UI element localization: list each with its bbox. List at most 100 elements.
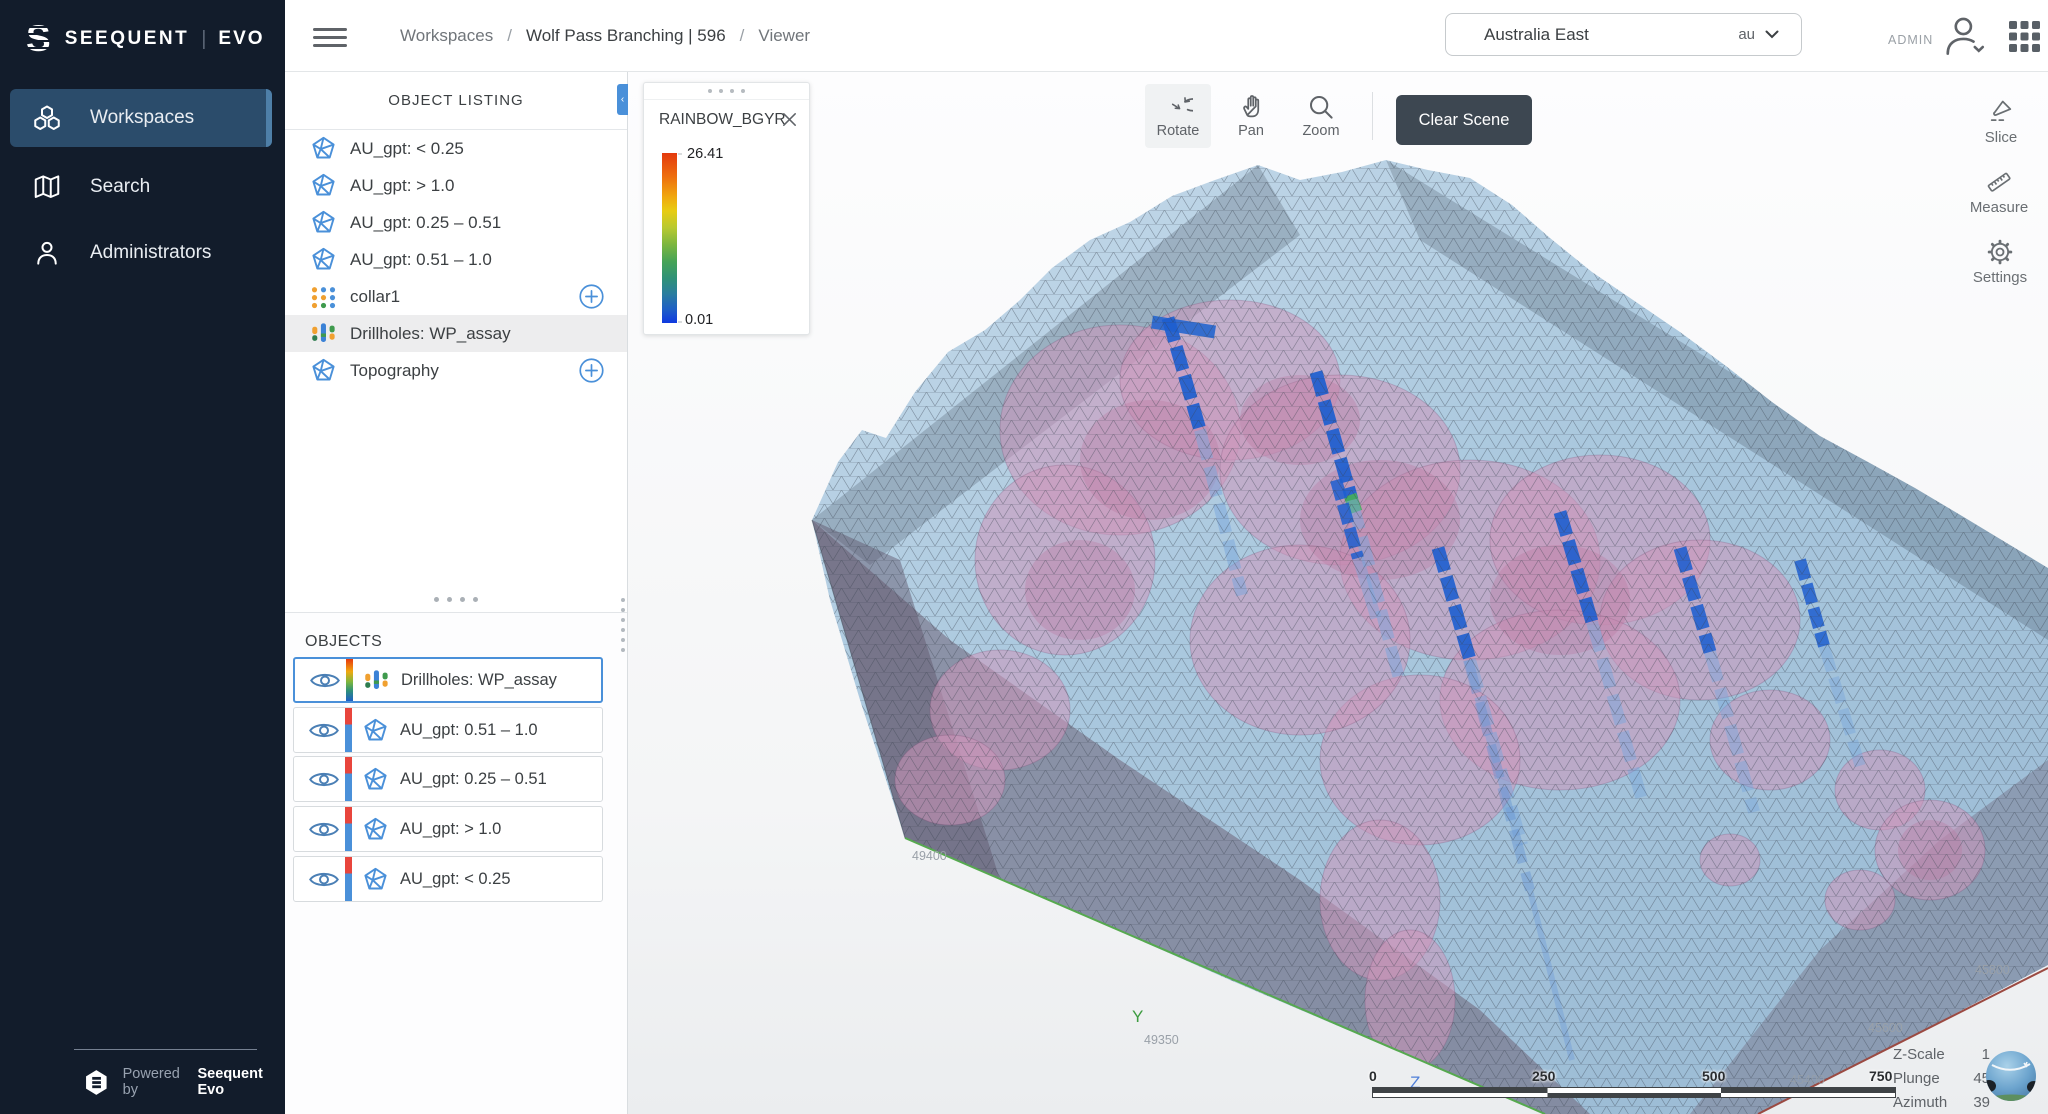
app-grid-icon[interactable] xyxy=(2008,20,2041,53)
user-role-label: ADMIN xyxy=(1888,33,1933,47)
person-icon xyxy=(32,238,62,268)
object-colormap-strip xyxy=(345,757,352,801)
colormap-gradient-bar xyxy=(662,153,677,323)
left-panel-column: OBJECT LISTING ‹ AU_gpt: < 0.25 AU_gpt: … xyxy=(285,72,628,1114)
svg-text:45800: 45800 xyxy=(1975,963,2010,977)
surface-mesh-icon xyxy=(310,246,337,273)
scene-object-card[interactable]: AU_gpt: < 0.25 xyxy=(293,856,603,902)
object-listing-header: OBJECT LISTING ‹ xyxy=(285,72,627,130)
measure-tool[interactable]: Measure xyxy=(1954,168,2044,216)
panel-resize-handle[interactable] xyxy=(621,592,625,658)
colormap-legend-panel[interactable]: RAINBOW_BGYR 26.41 0.01 xyxy=(643,82,810,335)
region-value: Australia East xyxy=(1484,25,1589,45)
object-listing-row[interactable]: AU_gpt: < 0.25 xyxy=(285,130,627,167)
seequent-evo-hex-icon xyxy=(84,1068,109,1097)
visibility-eye-icon[interactable] xyxy=(309,869,339,890)
plunge-label: Plunge xyxy=(1893,1070,1940,1087)
sidebar-item-administrators[interactable]: Administrators xyxy=(10,227,272,279)
breadcrumb-viewer: Viewer xyxy=(758,26,810,46)
topography-mesh-block xyxy=(812,160,2048,1114)
object-listing-row[interactable]: AU_gpt: 0.25 – 0.51 xyxy=(285,204,627,241)
svg-text:49400: 49400 xyxy=(912,849,947,863)
3d-viewport[interactable]: 49400 49350 45800 45600 45400 Y Z RAINBO… xyxy=(628,72,2048,1114)
breadcrumb-workspace-name[interactable]: Wolf Pass Branching | 596 xyxy=(526,26,726,46)
legend-max-value: 26.41 xyxy=(687,146,723,162)
map-icon xyxy=(32,172,62,202)
sidebar-item-label: Search xyxy=(90,176,150,198)
object-listing-row-highlighted[interactable]: Drillholes: WP_assay xyxy=(285,315,627,352)
object-listing-row[interactable]: AU_gpt: > 1.0 xyxy=(285,167,627,204)
breadcrumb-workspaces[interactable]: Workspaces xyxy=(400,26,493,46)
close-icon[interactable] xyxy=(780,110,799,129)
main-sidebar: S SEEQUENT | EVO Workspaces Search xyxy=(0,0,285,1114)
slice-tool[interactable]: Slice xyxy=(1956,98,2046,146)
rotate-tool-button[interactable]: Rotate xyxy=(1145,84,1211,148)
slice-knife-icon xyxy=(1987,98,2015,126)
zscale-label: Z-Scale xyxy=(1893,1046,1945,1063)
toolbar-divider xyxy=(1372,92,1373,140)
object-colormap-strip xyxy=(346,659,353,701)
surface-mesh-icon xyxy=(362,866,389,893)
scene-object-card[interactable]: AU_gpt: 0.51 – 1.0 xyxy=(293,707,603,753)
region-code: au xyxy=(1738,26,1755,43)
powered-by-brand: Seequent Evo xyxy=(198,1066,286,1098)
region-selector[interactable]: Australia East au xyxy=(1445,13,1802,56)
scale-tick: 0 xyxy=(1369,1068,1377,1084)
magnifier-icon xyxy=(1306,92,1336,122)
account-icon xyxy=(1942,15,1988,58)
panel-splitter-handle[interactable] xyxy=(285,586,627,612)
pan-tool-button[interactable]: Pan xyxy=(1218,84,1284,148)
objects-panel-title: OBJECTS xyxy=(305,633,382,651)
sidebar-item-search[interactable]: Search xyxy=(10,161,272,213)
surface-mesh-icon xyxy=(362,816,389,843)
menu-toggle-icon[interactable] xyxy=(313,23,347,49)
scale-tick: 250 xyxy=(1532,1068,1555,1084)
surface-mesh-icon xyxy=(310,135,337,162)
legend-min-value: 0.01 xyxy=(685,312,713,328)
object-listing-title: OBJECT LISTING xyxy=(285,72,627,130)
sidebar-item-workspaces[interactable]: Workspaces xyxy=(10,89,272,147)
scene-object-card-selected[interactable]: Drillholes: WP_assay xyxy=(293,657,603,703)
object-listing-list: AU_gpt: < 0.25 AU_gpt: > 1.0 AU_gpt: 0.2… xyxy=(285,130,627,389)
powered-by-text: Powered by xyxy=(123,1066,193,1098)
visibility-eye-icon[interactable] xyxy=(310,670,340,691)
scene-object-card[interactable]: AU_gpt: 0.25 – 0.51 xyxy=(293,756,603,802)
scale-tick: 500 xyxy=(1702,1068,1725,1084)
add-to-scene-button[interactable] xyxy=(578,357,605,384)
brand-name: SEEQUENT xyxy=(65,28,190,50)
object-listing-row[interactable]: AU_gpt: 0.51 – 1.0 xyxy=(285,241,627,278)
clear-scene-button[interactable]: Clear Scene xyxy=(1396,95,1532,145)
add-to-scene-button[interactable] xyxy=(578,283,605,310)
panel-collapse-tab[interactable]: ‹ xyxy=(617,84,628,115)
surface-mesh-icon xyxy=(362,766,389,793)
scale-bar-segments xyxy=(1372,1087,1896,1098)
drillholes-icon xyxy=(363,667,390,694)
account-menu-button[interactable] xyxy=(1942,15,1988,57)
scale-tick: 750 xyxy=(1869,1068,1892,1084)
object-colormap-strip xyxy=(345,708,352,752)
surface-mesh-icon xyxy=(310,209,337,236)
object-listing-row[interactable]: collar1 xyxy=(285,278,627,315)
scene-object-card[interactable]: AU_gpt: > 1.0 xyxy=(293,806,603,852)
3d-scene-canvas: 49400 49350 45800 45600 45400 Y Z xyxy=(628,72,2048,1114)
visibility-eye-icon[interactable] xyxy=(309,769,339,790)
breadcrumb: Workspaces / Wolf Pass Branching | 596 /… xyxy=(400,0,810,72)
zoom-tool-button[interactable]: Zoom xyxy=(1288,84,1354,148)
top-bar: Workspaces / Wolf Pass Branching | 596 /… xyxy=(285,0,2048,72)
visibility-eye-icon[interactable] xyxy=(309,819,339,840)
object-listing-row[interactable]: Topography xyxy=(285,352,627,389)
ruler-icon xyxy=(1985,168,2013,196)
object-colormap-strip xyxy=(345,807,352,851)
orientation-ball[interactable] xyxy=(1984,1049,2038,1103)
surface-mesh-icon xyxy=(310,172,337,199)
sidebar-footer-divider xyxy=(74,1049,257,1050)
chevron-down-icon xyxy=(1765,30,1779,39)
surface-mesh-icon xyxy=(310,357,337,384)
svg-text:49350: 49350 xyxy=(1144,1033,1179,1047)
legend-drag-handle[interactable] xyxy=(644,83,809,100)
azimuth-label: Azimuth xyxy=(1893,1094,1947,1111)
settings-tool[interactable]: Settings xyxy=(1955,238,2045,286)
app-window: S SEEQUENT | EVO Workspaces Search xyxy=(0,0,2048,1114)
visibility-eye-icon[interactable] xyxy=(309,720,339,741)
svg-text:45400: 45400 xyxy=(1790,1073,1825,1087)
